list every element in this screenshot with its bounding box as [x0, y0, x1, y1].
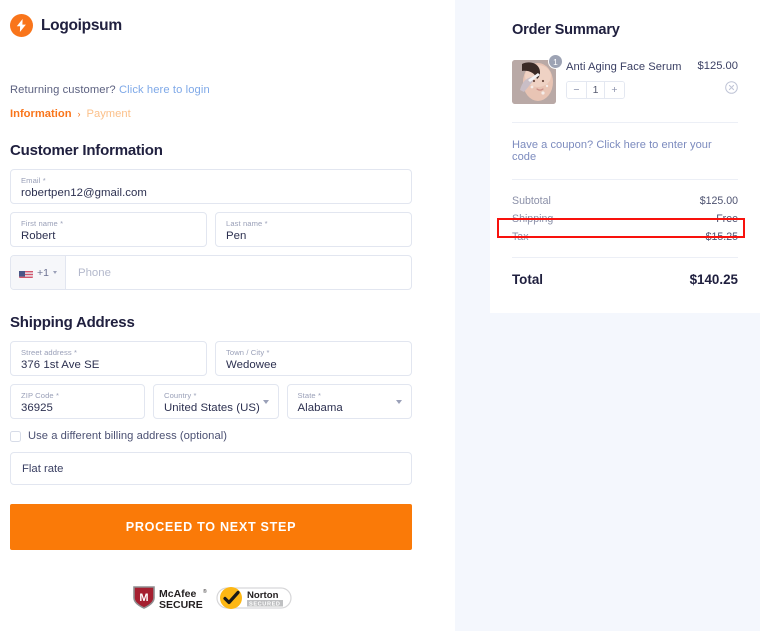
order-totals: Subtotal $125.00 Shipping Free Tax $15.2… [512, 192, 738, 246]
product-details: Anti Aging Face Serum − 1 + [556, 60, 692, 99]
first-name-field[interactable]: First name * Robert [10, 212, 207, 247]
norton-secured-badge: Norton SECURED [216, 585, 292, 616]
subtotal-value: $125.00 [700, 195, 738, 207]
divider [512, 122, 738, 123]
city-label: Town / City * [226, 348, 401, 358]
tax-row: Tax $15.25 [512, 228, 738, 246]
tax-label: Tax [512, 231, 529, 243]
tax-value: $15.25 [706, 231, 738, 243]
svg-text:M: M [139, 592, 148, 604]
login-link[interactable]: Click here to login [119, 84, 210, 96]
zip-code-label: ZIP Code * [21, 391, 134, 401]
breadcrumb: Information › Payment [10, 108, 412, 120]
order-summary-title: Order Summary [512, 22, 738, 38]
country-code-value: +1 [37, 267, 49, 279]
us-flag-icon [19, 268, 33, 278]
lightning-bolt-icon [10, 14, 33, 37]
order-summary-column: Order Summary [455, 0, 760, 631]
total-label: Total [512, 272, 543, 287]
brand-name: Logoipsum [41, 17, 122, 35]
mcafee-secure-badge: M McAfee ® SECURE [131, 585, 209, 616]
state-select[interactable]: State * Alabama [287, 384, 413, 419]
email-value: robertpen12@gmail.com [21, 186, 401, 201]
country-value: United States (US) [164, 401, 268, 416]
product-price-block: $125.00 [692, 60, 738, 99]
breadcrumb-payment[interactable]: Payment [87, 108, 131, 120]
checkout-form-column: Logoipsum Returning customer? Click here… [0, 0, 455, 631]
quantity-badge: 1 [548, 54, 563, 69]
product-price: $125.00 [698, 60, 738, 72]
remove-item-icon[interactable] [725, 81, 738, 99]
phone-field[interactable]: +1 Phone [10, 255, 412, 290]
product-thumbnail-wrap: 1 [512, 60, 556, 104]
subtotal-label: Subtotal [512, 195, 551, 207]
country-label: Country * [164, 391, 268, 401]
chevron-down-icon [263, 400, 269, 404]
chevron-down-icon [53, 271, 57, 274]
order-summary-card: Order Summary [490, 0, 760, 313]
chevron-down-icon [396, 400, 402, 404]
city-value: Wedowee [226, 358, 401, 373]
city-field[interactable]: Town / City * Wedowee [215, 341, 412, 376]
shipping-value: Free [716, 213, 738, 225]
billing-address-label: Use a different billing address (optiona… [28, 430, 227, 442]
shipping-label: Shipping [512, 213, 553, 225]
checkout-page: Logoipsum Returning customer? Click here… [0, 0, 760, 631]
billing-address-checkbox[interactable] [10, 431, 21, 442]
divider [512, 179, 738, 180]
last-name-label: Last name * [226, 219, 401, 229]
chevron-right-icon: › [78, 109, 81, 119]
svg-text:SECURE: SECURE [159, 599, 203, 611]
security-badges: M McAfee ® SECURE Norton SECURED [10, 585, 412, 616]
first-name-value: Robert [21, 229, 196, 244]
zip-code-value: 36925 [21, 401, 134, 416]
svg-text:Norton: Norton [247, 590, 279, 601]
last-name-value: Pen [226, 229, 401, 244]
quantity-decrement-button[interactable]: − [567, 82, 586, 98]
total-row: Total $140.25 [512, 272, 738, 287]
street-address-field[interactable]: Street address * 376 1st Ave SE [10, 341, 207, 376]
shipping-address-heading: Shipping Address [10, 314, 412, 331]
returning-customer-prompt: Returning customer? Click here to login [10, 84, 412, 96]
coupon-link[interactable]: Have a coupon? Click here to enter your … [512, 139, 738, 163]
divider [512, 257, 738, 258]
name-row: First name * Robert Last name * Pen [10, 212, 412, 247]
customer-information-heading: Customer Information [10, 142, 412, 159]
last-name-field[interactable]: Last name * Pen [215, 212, 412, 247]
quantity-increment-button[interactable]: + [605, 82, 624, 98]
quantity-value[interactable]: 1 [586, 82, 605, 98]
shipping-method-value: Flat rate [22, 463, 63, 475]
state-label: State * [298, 391, 402, 401]
svg-text:SECURED: SECURED [249, 602, 281, 608]
order-line-item: 1 Anti Aging Face Serum − 1 + $125.00 [512, 60, 738, 104]
street-address-label: Street address * [21, 348, 196, 358]
billing-address-checkbox-row[interactable]: Use a different billing address (optiona… [10, 430, 412, 442]
product-name: Anti Aging Face Serum [566, 60, 692, 75]
returning-customer-text: Returning customer? [10, 84, 116, 96]
brand-logo[interactable]: Logoipsum [10, 14, 412, 37]
phone-input[interactable]: Phone [66, 256, 111, 289]
zip-code-field[interactable]: ZIP Code * 36925 [10, 384, 145, 419]
street-address-value: 376 1st Ave SE [21, 358, 196, 373]
country-select[interactable]: Country * United States (US) [153, 384, 279, 419]
shipping-method-field[interactable]: Flat rate [10, 452, 412, 485]
country-code-selector[interactable]: +1 [11, 256, 66, 289]
proceed-to-next-step-button[interactable]: PROCEED TO NEXT STEP [10, 504, 412, 550]
shipping-row: Shipping Free [512, 210, 738, 228]
breadcrumb-information[interactable]: Information [10, 108, 72, 120]
address-row: Street address * 376 1st Ave SE Town / C… [10, 341, 412, 376]
total-value: $140.25 [690, 272, 738, 287]
state-value: Alabama [298, 401, 402, 416]
subtotal-row: Subtotal $125.00 [512, 192, 738, 210]
svg-text:®: ® [203, 588, 207, 595]
email-field[interactable]: Email * robertpen12@gmail.com [10, 169, 412, 204]
quantity-stepper[interactable]: − 1 + [566, 81, 625, 99]
region-row: ZIP Code * 36925 Country * United States… [10, 384, 412, 419]
email-label: Email * [21, 176, 401, 186]
first-name-label: First name * [21, 219, 196, 229]
